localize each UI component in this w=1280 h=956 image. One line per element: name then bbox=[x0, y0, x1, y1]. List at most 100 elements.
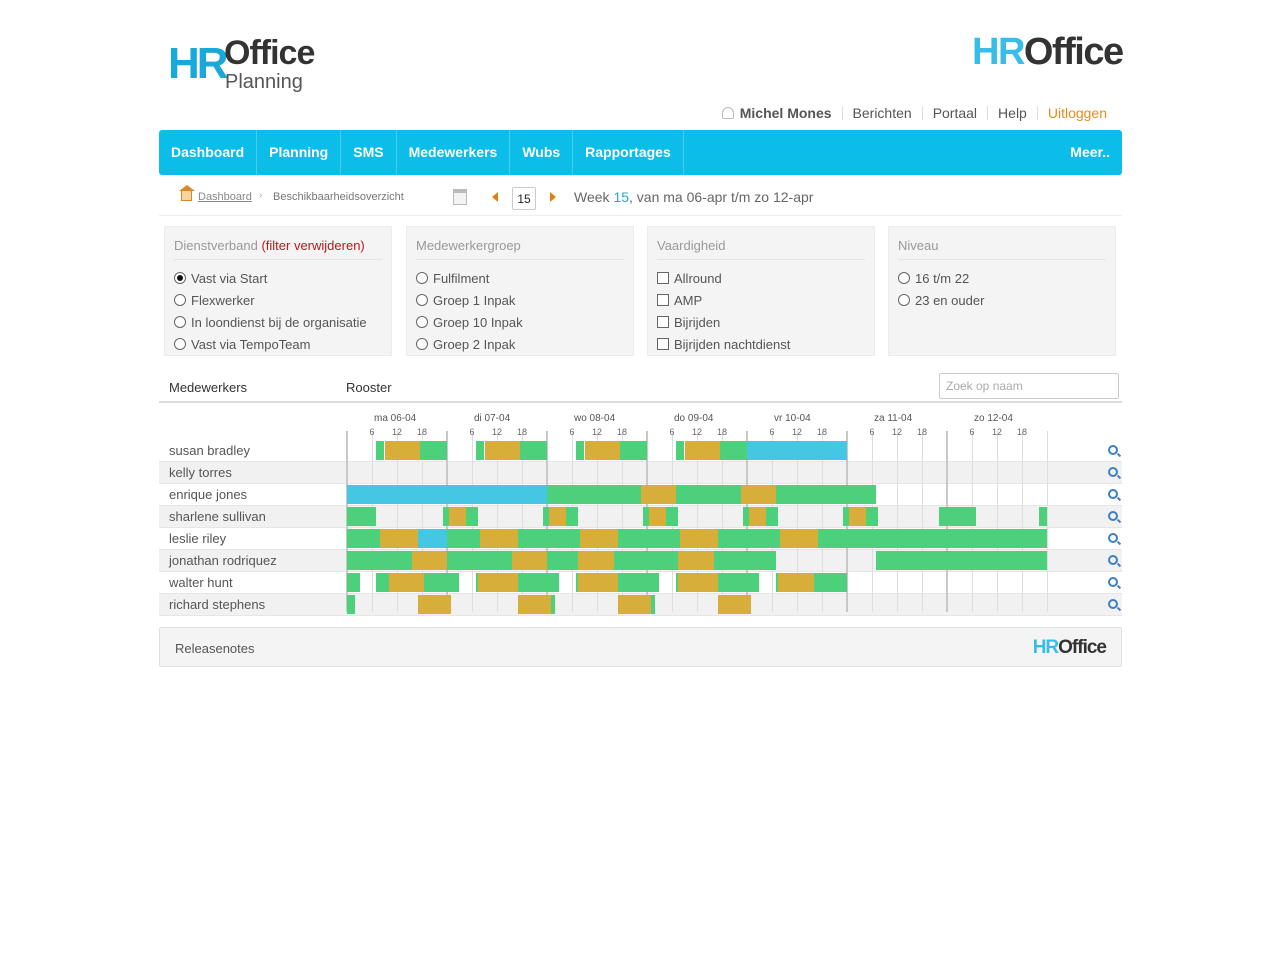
hour-tick-label: 18 bbox=[717, 427, 728, 437]
scheduled-shift-bar bbox=[417, 595, 452, 614]
leave-bar bbox=[347, 485, 547, 504]
availability-bar bbox=[424, 573, 460, 592]
footer: Releasenotes HROffice bbox=[159, 627, 1122, 667]
row-divider bbox=[159, 615, 1122, 616]
hour-tick-label: 12 bbox=[492, 427, 503, 437]
hour-tick-label: 6 bbox=[769, 427, 775, 437]
employee-name[interactable]: kelly torres bbox=[169, 465, 232, 480]
scheduled-shift-bar bbox=[384, 441, 420, 460]
day-label: vr 10-04 bbox=[774, 413, 811, 424]
leave-bar bbox=[747, 441, 847, 460]
scheduled-shift-bar bbox=[411, 551, 447, 570]
availability-bar bbox=[547, 485, 641, 504]
scheduled-shift-bar bbox=[849, 507, 866, 526]
scheduled-shift-bar bbox=[480, 529, 518, 548]
availability-bar bbox=[651, 595, 656, 614]
availability-bar bbox=[476, 441, 485, 460]
scheduled-shift-bar bbox=[717, 595, 752, 614]
hour-tick-label: 18 bbox=[617, 427, 628, 437]
scheduled-shift-bar bbox=[380, 529, 418, 548]
scheduled-shift-bar bbox=[517, 595, 552, 614]
availability-bar bbox=[676, 485, 741, 504]
availability-bar bbox=[817, 529, 1047, 548]
day-label: ma 06-04 bbox=[374, 413, 417, 424]
availability-bar bbox=[1038, 507, 1047, 526]
employee-name[interactable]: enrique jones bbox=[169, 487, 247, 502]
availability-bar bbox=[813, 573, 847, 592]
availability-bar bbox=[776, 485, 877, 504]
scheduled-shift-bar bbox=[511, 551, 547, 570]
availability-bar bbox=[347, 595, 356, 614]
hour-tick-label: 6 bbox=[569, 427, 575, 437]
availability-bar bbox=[613, 551, 679, 570]
availability-bar bbox=[465, 507, 479, 526]
availability-bar bbox=[676, 441, 685, 460]
zoom-icon[interactable] bbox=[1108, 555, 1118, 565]
availability-bar bbox=[765, 507, 779, 526]
availability-bar bbox=[376, 441, 385, 460]
availability-bar bbox=[447, 529, 481, 548]
scheduled-shift-bar bbox=[578, 551, 614, 570]
availability-bar bbox=[665, 507, 679, 526]
scheduled-shift-bar bbox=[449, 507, 466, 526]
scheduled-shift-bar bbox=[584, 441, 620, 460]
availability-bar bbox=[719, 441, 747, 460]
day-label: za 11-04 bbox=[874, 413, 913, 424]
hour-tick-label: 6 bbox=[369, 427, 375, 437]
hour-tick-label: 18 bbox=[917, 427, 928, 437]
zoom-icon[interactable] bbox=[1108, 577, 1118, 587]
availability-schedule: ma 06-04 6 12 18 di 07-04 6 12 18 wo 08-04 6 12 18 d… bbox=[0, 0, 1280, 620]
releasenotes-link[interactable]: Releasenotes bbox=[175, 641, 255, 656]
availability-bar bbox=[938, 507, 977, 526]
zoom-icon[interactable] bbox=[1108, 599, 1118, 609]
scheduled-shift-bar bbox=[780, 529, 818, 548]
footer-hroffice-logo: HROffice bbox=[1032, 637, 1107, 659]
availability-bar bbox=[876, 551, 1047, 570]
employee-name[interactable]: richard stephens bbox=[169, 597, 265, 612]
zoom-icon[interactable] bbox=[1108, 489, 1118, 499]
scheduled-shift-bar bbox=[388, 573, 425, 592]
footer-logo-hr: HR bbox=[1032, 637, 1059, 658]
hour-tick-label: 12 bbox=[592, 427, 603, 437]
scheduled-shift-bar bbox=[649, 507, 666, 526]
availability-bar bbox=[347, 507, 377, 526]
scheduled-shift-bar bbox=[617, 595, 652, 614]
availability-bar bbox=[519, 441, 547, 460]
scheduled-shift-bar bbox=[749, 507, 766, 526]
hour-tick-label: 18 bbox=[517, 427, 528, 437]
hour-tick-label: 6 bbox=[669, 427, 675, 437]
day-label: do 09-04 bbox=[674, 413, 714, 424]
table-row bbox=[159, 506, 1122, 528]
zoom-icon[interactable] bbox=[1108, 511, 1118, 521]
employee-name[interactable]: leslie riley bbox=[169, 531, 226, 546]
scheduled-shift-bar bbox=[678, 551, 714, 570]
availability-bar bbox=[447, 551, 512, 570]
scheduled-shift-bar bbox=[680, 529, 718, 548]
hour-tick-label: 18 bbox=[417, 427, 428, 437]
page: HR Office Planning HROffice Michel Mones… bbox=[0, 0, 1280, 956]
availability-bar bbox=[347, 573, 360, 592]
footer-logo-office: Office bbox=[1058, 637, 1107, 658]
availability-bar bbox=[619, 441, 647, 460]
hour-tick-label: 18 bbox=[817, 427, 828, 437]
hour-gridline bbox=[1022, 431, 1023, 612]
hour-tick-label: 6 bbox=[969, 427, 975, 437]
availability-bar bbox=[347, 529, 381, 548]
employee-name[interactable]: walter hunt bbox=[169, 575, 233, 590]
availability-bar bbox=[865, 507, 879, 526]
availability-bar bbox=[347, 551, 412, 570]
scheduled-shift-bar bbox=[580, 529, 618, 548]
availability-bar bbox=[617, 573, 660, 592]
zoom-icon[interactable] bbox=[1108, 467, 1118, 477]
employee-name[interactable]: jonathan rodriquez bbox=[169, 553, 277, 568]
zoom-icon[interactable] bbox=[1108, 533, 1118, 543]
day-label: di 07-04 bbox=[474, 413, 511, 424]
hour-tick-label: 12 bbox=[392, 427, 403, 437]
availability-bar bbox=[517, 573, 560, 592]
zoom-icon[interactable] bbox=[1108, 445, 1118, 455]
employee-name[interactable]: sharlene sullivan bbox=[169, 509, 266, 524]
employee-name[interactable]: susan bradley bbox=[169, 443, 250, 458]
hour-tick-label: 12 bbox=[992, 427, 1003, 437]
hour-gridline bbox=[897, 431, 898, 612]
hour-tick-label: 6 bbox=[869, 427, 875, 437]
